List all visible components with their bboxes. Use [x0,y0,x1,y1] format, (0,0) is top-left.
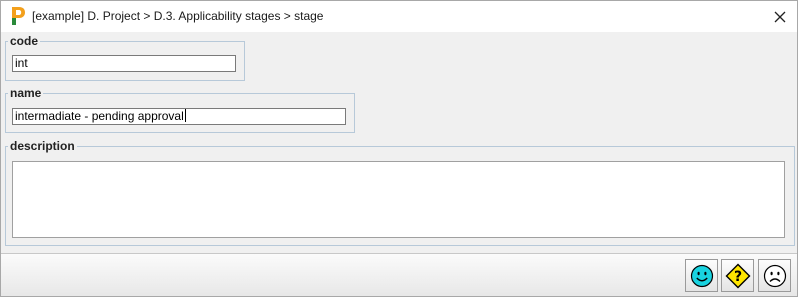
code-label: code [10,34,39,48]
smiley-sad-icon [763,264,786,287]
help-button[interactable]: ? [721,259,754,292]
title-bar[interactable]: [example] D. Project > D.3. Applicabilit… [1,1,797,32]
p-logo-icon [12,7,25,25]
close-button[interactable] [763,1,797,32]
close-icon [774,11,786,22]
question-diamond-icon: ? [725,263,750,288]
description-textarea[interactable] [12,161,785,238]
cancel-button[interactable] [758,259,791,292]
name-value: intermadiate - pending approval [15,109,184,123]
smiley-happy-icon [690,264,713,287]
form-area: code int name intermadiate - pending app… [1,32,797,252]
name-label: name [10,86,42,100]
name-field[interactable]: intermadiate - pending approval [12,108,346,125]
ok-button[interactable] [685,259,718,292]
text-caret [184,109,186,122]
description-label: description [10,139,75,153]
dialog-window: [example] D. Project > D.3. Applicabilit… [0,0,798,297]
code-value: int [15,56,28,70]
svg-text:?: ? [733,269,741,285]
window-title: [example] D. Project > D.3. Applicabilit… [32,9,324,23]
code-field[interactable]: int [12,55,236,72]
button-bar: ? [1,253,797,296]
